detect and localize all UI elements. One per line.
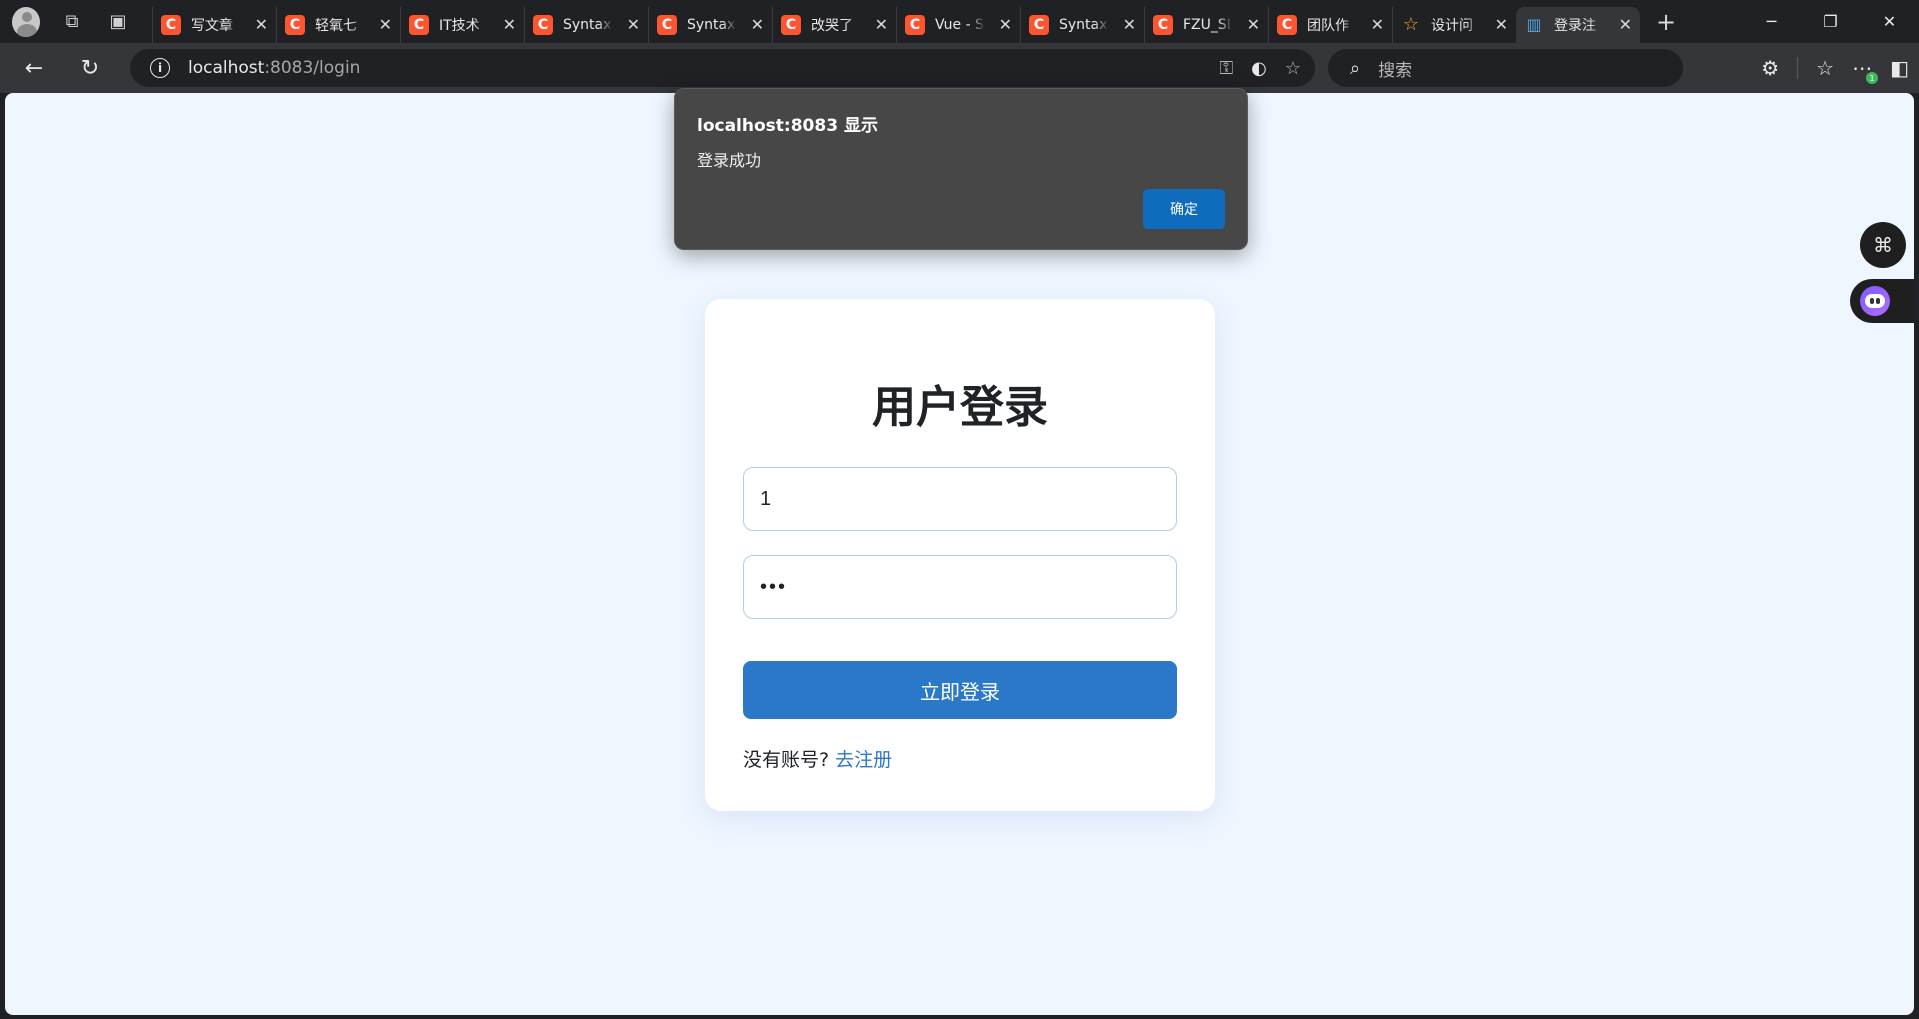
tab-close-icon[interactable]: ✕: [255, 15, 268, 34]
browser-tab[interactable]: C Vue - S ✕: [896, 6, 1020, 43]
toolbar-right: ⚙ ☆ ⋯ 1 ◧: [1761, 43, 1909, 93]
browser-tab[interactable]: C 轻氧七 ✕: [276, 6, 400, 43]
workspaces-icon[interactable]: ⧉: [52, 0, 92, 43]
avatar: [12, 6, 40, 37]
csdn-favicon-icon: C: [533, 14, 553, 35]
csdn-favicon-icon: C: [409, 14, 429, 35]
reload-icon[interactable]: ↻: [70, 48, 110, 88]
more-menu-icon[interactable]: ⋯ 1: [1852, 56, 1879, 84]
extensions-icon[interactable]: ⚙: [1761, 56, 1779, 80]
csdn-favicon-icon: C: [161, 14, 181, 35]
tab-list: C 写文章 ✕ C 轻氧七 ✕ C IT技术 ✕ C Syntax ✕ C Syntax ✕ C 改哭了 ✕ C Vu…: [152, 0, 1640, 43]
favorites-icon[interactable]: ☆: [1816, 56, 1834, 80]
tab-close-icon[interactable]: ✕: [1371, 15, 1384, 34]
edge-icon[interactable]: ◐: [1251, 58, 1267, 79]
tab-label: 设计问: [1431, 17, 1473, 34]
password-input[interactable]: •••: [743, 555, 1177, 619]
new-tab-button[interactable]: +: [1646, 4, 1686, 40]
sidebar-toggle-icon[interactable]: ◧: [1890, 56, 1909, 80]
minimize-icon[interactable]: ─: [1742, 0, 1801, 43]
profile-avatar[interactable]: [0, 0, 40, 43]
dialog-ok-button[interactable]: 确定: [1143, 189, 1225, 229]
tab-close-icon[interactable]: ✕: [627, 15, 640, 34]
tab-close-icon[interactable]: ✕: [875, 15, 888, 34]
browser-tab[interactable]: C Syntax ✕: [524, 6, 648, 43]
address-bar[interactable]: i localhost:8083/login ⚿ ◐ ☆: [130, 49, 1315, 87]
browser-tab[interactable]: C 写文章 ✕: [152, 6, 276, 43]
browser-tab[interactable]: C Syntax ✕: [1020, 6, 1144, 43]
search-placeholder: 搜索: [1378, 60, 1413, 81]
tab-close-icon[interactable]: ✕: [379, 15, 392, 34]
browser-tab[interactable]: C IT技术 ✕: [400, 6, 524, 43]
search-box[interactable]: ⌕ 搜索: [1328, 49, 1683, 87]
url-text[interactable]: localhost:8083/login: [188, 58, 360, 78]
tab-label: 登录注: [1554, 17, 1596, 34]
login-card: 用户登录 1 ••• 立即登录 没有账号? 去注册: [705, 299, 1215, 811]
notification-badge: 1: [1866, 72, 1879, 84]
tab-label: Syntax: [687, 16, 736, 33]
tab-label: 团队作: [1307, 17, 1349, 34]
site-info-icon[interactable]: i: [150, 58, 170, 78]
alert-dialog: localhost:8083 显示 登录成功 确定: [674, 88, 1248, 250]
robot-icon: [1860, 286, 1890, 316]
window-controls: ─ ❐ ✕: [1742, 0, 1919, 43]
tab-close-icon[interactable]: ✕: [1123, 15, 1136, 34]
csdn-favicon-icon: C: [1153, 14, 1173, 35]
csdn-favicon-icon: C: [657, 14, 677, 35]
restore-icon[interactable]: ❐: [1801, 0, 1860, 43]
csdn-favicon-icon: C: [285, 14, 305, 35]
dialog-title: localhost:8083 显示: [697, 116, 878, 136]
tab-close-icon[interactable]: ✕: [503, 15, 516, 34]
page-title: 用户登录: [872, 382, 1048, 433]
csdn-favicon-icon: C: [1029, 14, 1049, 35]
password-key-icon[interactable]: ⚿: [1219, 58, 1233, 79]
browser-tab[interactable]: C 团队作 ✕: [1268, 6, 1392, 43]
tab-label: 改哭了: [811, 17, 853, 34]
tab-label: 轻氧七: [315, 17, 357, 34]
page-favicon-icon: ▥: [1526, 15, 1542, 34]
tab-label: FZU_SI: [1183, 16, 1231, 33]
csdn-favicon-icon: C: [1277, 14, 1297, 35]
assistant-float-button[interactable]: [1850, 279, 1914, 323]
login-button[interactable]: 立即登录: [743, 661, 1177, 719]
tab-strip: ⧉ ▣ C 写文章 ✕ C 轻氧七 ✕ C IT技术 ✕ C Syntax ✕ C Syntax ✕ C 改哭了…: [0, 0, 1919, 43]
register-link[interactable]: 去注册: [835, 749, 892, 771]
tab-close-icon[interactable]: ✕: [1495, 15, 1508, 34]
tab-label: Syntax: [1059, 16, 1108, 33]
tab-close-icon[interactable]: ✕: [1619, 15, 1632, 34]
apps-grid-icon: ⌘: [1873, 233, 1893, 257]
register-line: 没有账号? 去注册: [743, 745, 892, 772]
tab-label: IT技术: [439, 17, 480, 34]
dialog-message: 登录成功: [697, 151, 762, 170]
vertical-tabs-icon[interactable]: ▣: [98, 0, 138, 43]
star-favicon-icon: ☆: [1402, 14, 1420, 35]
back-icon[interactable]: ←: [14, 48, 54, 88]
browser-tab[interactable]: C 改哭了 ✕: [772, 6, 896, 43]
tab-close-icon[interactable]: ✕: [751, 15, 764, 34]
toolbar-divider: [1797, 57, 1799, 79]
url-rest: :8083/login: [264, 58, 361, 78]
tab-label: Syntax: [563, 16, 612, 33]
tab-label: 写文章: [191, 17, 233, 34]
browser-tab[interactable]: ☆ 设计问 ✕: [1392, 6, 1516, 43]
close-window-icon[interactable]: ✕: [1860, 0, 1919, 43]
username-input[interactable]: 1: [743, 467, 1177, 531]
browser-toolbar: ← ↻ i localhost:8083/login ⚿ ◐ ☆ ⌕ 搜索 ⚙ …: [0, 43, 1919, 93]
tab-close-icon[interactable]: ✕: [999, 15, 1012, 34]
search-icon: ⌕: [1350, 57, 1361, 79]
address-bar-actions: ⚿ ◐ ☆: [1219, 49, 1301, 87]
tab-label: Vue - S: [935, 16, 984, 33]
browser-tab[interactable]: C Syntax ✕: [648, 6, 772, 43]
csdn-favicon-icon: C: [781, 14, 801, 35]
apps-float-button[interactable]: ⌘: [1860, 222, 1906, 268]
register-prompt: 没有账号?: [743, 749, 830, 771]
browser-tab[interactable]: ▥ 登录注 ✕: [1516, 6, 1640, 43]
browser-tab[interactable]: C FZU_SI ✕: [1144, 6, 1268, 43]
csdn-favicon-icon: C: [905, 14, 925, 35]
favorite-star-icon[interactable]: ☆: [1285, 58, 1301, 79]
url-host: localhost: [188, 58, 265, 78]
tab-close-icon[interactable]: ✕: [1247, 15, 1260, 34]
